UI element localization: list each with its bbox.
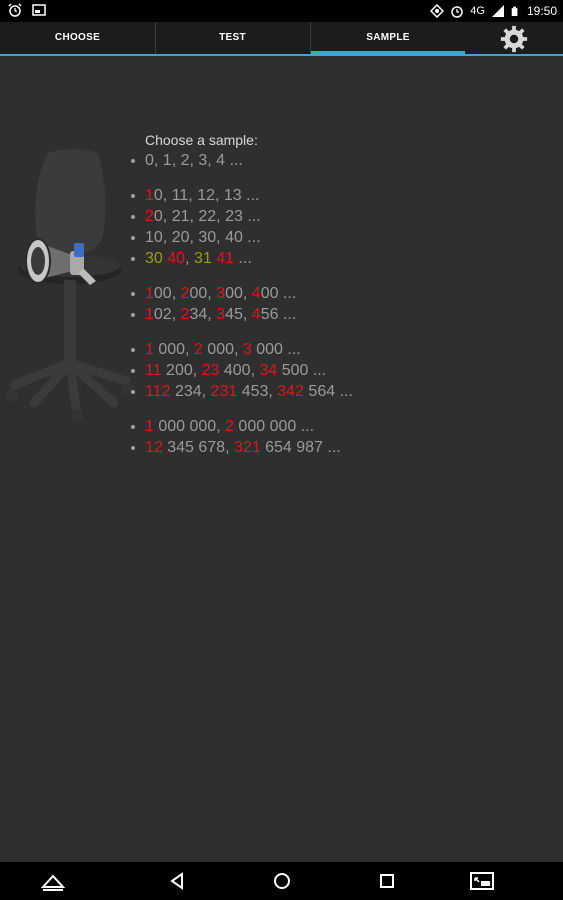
sample-text-part: 2 bbox=[180, 285, 190, 302]
sample-text-part: 2 bbox=[225, 418, 234, 435]
sample-option[interactable]: 100, 200, 300, 400 ... bbox=[130, 283, 353, 304]
sample-option[interactable]: 20, 21, 22, 23 ... bbox=[130, 206, 353, 227]
screenshot-icon bbox=[32, 4, 46, 16]
sample-group: 0, 1, 2, 3, 4 ... bbox=[130, 150, 353, 171]
sample-groups: 0, 1, 2, 3, 4 ... 10, 11, 12, 13 ... 20, 2… bbox=[130, 150, 353, 458]
sample-text-part: 00, bbox=[225, 285, 252, 302]
sample-group: 100, 200, 300, 400 ... 102, 234, 345, 456… bbox=[130, 283, 353, 325]
home-icon[interactable] bbox=[270, 871, 294, 891]
sample-text-part: 1 bbox=[145, 306, 154, 323]
sample-text-part: 1 bbox=[145, 341, 154, 358]
sample-text-part: , bbox=[185, 250, 194, 267]
battery-icon bbox=[511, 6, 518, 16]
sample-option[interactable]: 30 40, 31 41 ... bbox=[130, 248, 353, 269]
sample-text-part: 0, 21, 22, 23 ... bbox=[153, 208, 261, 225]
sample-text-part: 2 bbox=[145, 208, 154, 225]
sample-text-part: 1 bbox=[145, 418, 154, 435]
sample-text-part: 45, bbox=[225, 306, 252, 323]
sample-text-part: 1 bbox=[145, 187, 154, 204]
sample-text-part: 000 ... bbox=[251, 341, 301, 358]
alarm-icon bbox=[451, 6, 464, 18]
sample-text-part: 321 bbox=[233, 439, 261, 456]
sample-text-part: 00 ... bbox=[260, 285, 297, 302]
back-icon[interactable] bbox=[165, 871, 189, 891]
sample-text-part: 4 bbox=[251, 285, 261, 302]
tab-bar: CHOOSE TEST SAMPLE bbox=[0, 22, 563, 56]
status-bar: 4G 19:50 bbox=[0, 0, 563, 22]
sample-text-part: 234, bbox=[170, 383, 211, 400]
alarm-icon bbox=[8, 3, 22, 17]
sample-text-part: 000 000 ... bbox=[233, 418, 315, 435]
tab-test[interactable]: TEST bbox=[155, 22, 311, 54]
gear-icon[interactable] bbox=[498, 24, 530, 54]
sample-text-part: 02, bbox=[153, 306, 181, 323]
sample-text-part: 3 bbox=[216, 306, 226, 323]
sample-text-part: 30 bbox=[145, 250, 163, 267]
sample-text-part: 11 bbox=[145, 362, 162, 379]
sample-text-part: 112 bbox=[145, 383, 171, 400]
screen-mirror-icon[interactable] bbox=[470, 871, 494, 891]
sample-text-part: 000, bbox=[153, 341, 194, 358]
sample-text-part: 231 bbox=[210, 383, 238, 400]
sample-option[interactable]: 102, 234, 345, 456 ... bbox=[130, 304, 353, 325]
sample-group: 1 000 000, 2 000 000 ... 12 345 678, 321 … bbox=[130, 416, 353, 458]
sample-text-part: 200, bbox=[161, 362, 202, 379]
sample-text-part: 000 000, bbox=[153, 418, 226, 435]
sample-text-part: 500 ... bbox=[277, 362, 327, 379]
sample-text-part: 31 bbox=[193, 250, 212, 267]
sample-option[interactable]: 10, 11, 12, 13 ... bbox=[130, 185, 353, 206]
sample-option[interactable]: 1 000, 2 000, 3 000 ... bbox=[130, 339, 353, 360]
signal-icon bbox=[491, 5, 504, 17]
sample-text-part: 345 678, bbox=[162, 439, 234, 456]
sample-group: 1 000, 2 000, 3 000 ... 11 200, 23 400, 3… bbox=[130, 339, 353, 402]
sample-text-part: 0, 1, 2, 3, 4 ... bbox=[145, 152, 243, 169]
sample-text-part: 000, bbox=[202, 341, 243, 358]
page-title: Choose a sample: bbox=[145, 132, 258, 148]
sample-text-part: 654 987 ... bbox=[260, 439, 341, 456]
recents-icon[interactable] bbox=[375, 871, 399, 891]
sample-text-part: ... bbox=[233, 250, 252, 267]
tab-sample[interactable]: SAMPLE bbox=[311, 22, 465, 54]
sample-text-part: 23 bbox=[201, 362, 220, 379]
sample-text-part: 2 bbox=[180, 306, 190, 323]
sample-text-part: 56 ... bbox=[260, 306, 297, 323]
sample-text-part: 00, bbox=[189, 285, 217, 302]
sample-text-part: 564 ... bbox=[303, 383, 353, 400]
sample-text-part: 3 bbox=[216, 285, 226, 302]
sample-text-part: 00, bbox=[153, 285, 181, 302]
sample-list-panel: Choose a sample: 0, 1, 2, 3, 4 ... 10, 11… bbox=[130, 132, 353, 472]
network-type: 4G bbox=[470, 5, 485, 17]
sample-text-part: 0, 11, 12, 13 ... bbox=[153, 187, 260, 204]
sample-text-part: 12 bbox=[145, 439, 163, 456]
sample-text-part: 2 bbox=[193, 341, 203, 358]
sample-option[interactable]: 1 000 000, 2 000 000 ... bbox=[130, 416, 353, 437]
tab-choose[interactable]: CHOOSE bbox=[0, 22, 156, 54]
sample-text-part: 41 bbox=[216, 250, 234, 267]
chair-with-megaphone-icon bbox=[6, 149, 134, 421]
sample-text-part: 10, 20, 30, 40 ... bbox=[145, 229, 261, 246]
sample-text-part: 40 bbox=[167, 250, 186, 267]
sample-text-part: 400, bbox=[219, 362, 260, 379]
sample-text-part: 1 bbox=[145, 285, 154, 302]
navigation-bar bbox=[0, 862, 563, 900]
sample-text-part: 342 bbox=[277, 383, 304, 400]
sample-option[interactable]: 10, 20, 30, 40 ... bbox=[130, 227, 353, 248]
clock: 19:50 bbox=[526, 4, 557, 18]
sample-text-part: 34, bbox=[189, 306, 217, 323]
sample-text-part: 4 bbox=[251, 306, 261, 323]
sample-text-part: 34 bbox=[259, 362, 278, 379]
data-saver-icon bbox=[430, 4, 445, 18]
sample-text-part: 453, bbox=[237, 383, 278, 400]
sample-text-part: 3 bbox=[242, 341, 252, 358]
sample-option[interactable]: 11 200, 23 400, 34 500 ... bbox=[130, 360, 353, 381]
sample-option[interactable]: 112 234, 231 453, 342 564 ... bbox=[130, 381, 353, 402]
sample-option[interactable]: 0, 1, 2, 3, 4 ... bbox=[130, 150, 353, 171]
menu-up-icon[interactable] bbox=[41, 871, 65, 891]
sample-option[interactable]: 12 345 678, 321 654 987 ... bbox=[130, 437, 353, 458]
sample-group: 10, 11, 12, 13 ... 20, 21, 22, 23 ... 10, … bbox=[130, 185, 353, 269]
